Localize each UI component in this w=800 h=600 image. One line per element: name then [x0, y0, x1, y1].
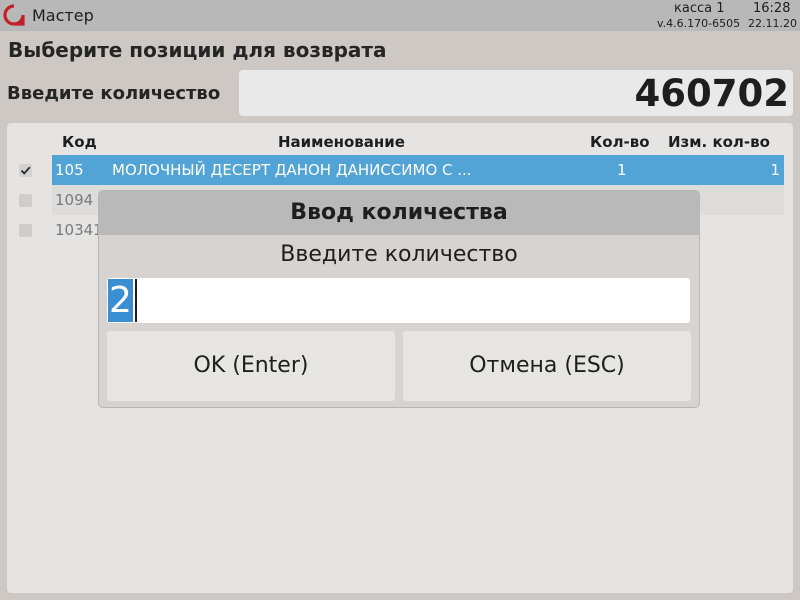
quantity-input[interactable]: 2 — [107, 278, 690, 323]
table-row[interactable]: 105 МОЛОЧНЫЙ ДЕСЕРТ ДАНОН ДАНИССИМО С ..… — [52, 155, 784, 185]
row-code: 10341 — [55, 221, 103, 239]
barcode-value: 460702 — [634, 72, 789, 115]
page-title: Выберите позиции для возврата — [8, 38, 387, 62]
column-header-name: Наименование — [278, 133, 405, 151]
row-checkbox[interactable] — [19, 164, 32, 177]
checkmark-icon — [20, 166, 31, 175]
app-logo-icon — [3, 4, 25, 26]
row-name: МОЛОЧНЫЙ ДЕСЕРТ ДАНОН ДАНИССИМО С ... — [112, 161, 472, 179]
dialog-title: Ввод количества — [290, 200, 508, 225]
row-code: 1094 — [55, 191, 94, 209]
row-checkbox[interactable] — [19, 224, 32, 237]
row-code: 105 — [55, 161, 84, 179]
clock: 16:28 — [753, 1, 791, 16]
row-changed-qty: 1 — [770, 161, 780, 179]
dialog-prompt: Введите количество — [280, 242, 518, 267]
register-label: касса 1 — [674, 1, 725, 16]
quantity-dialog: Ввод количества Введите количество 2 OK … — [99, 191, 699, 407]
app-title: Мастер — [32, 6, 94, 25]
top-bar: Мастер касса 1 16:28 v.4.6.170-6505 22.1… — [0, 0, 800, 31]
ok-button[interactable]: OK (Enter) — [107, 331, 395, 401]
text-caret — [135, 279, 137, 322]
version-label: v.4.6.170-6505 — [657, 17, 741, 30]
row-qty: 1 — [617, 161, 627, 179]
quantity-input-value: 2 — [108, 279, 133, 322]
quantity-label: Введите количество — [7, 83, 221, 104]
cancel-button[interactable]: Отмена (ESC) — [403, 331, 691, 401]
row-checkbox[interactable] — [19, 194, 32, 207]
barcode-input[interactable]: 460702 — [239, 70, 793, 116]
column-header-qty: Кол-во — [590, 133, 650, 151]
column-header-changed-qty: Изм. кол-во — [668, 133, 770, 151]
dialog-header: Ввод количества — [99, 191, 699, 235]
column-header-code: Код — [62, 133, 97, 151]
date-label: 22.11.20 — [748, 17, 797, 30]
